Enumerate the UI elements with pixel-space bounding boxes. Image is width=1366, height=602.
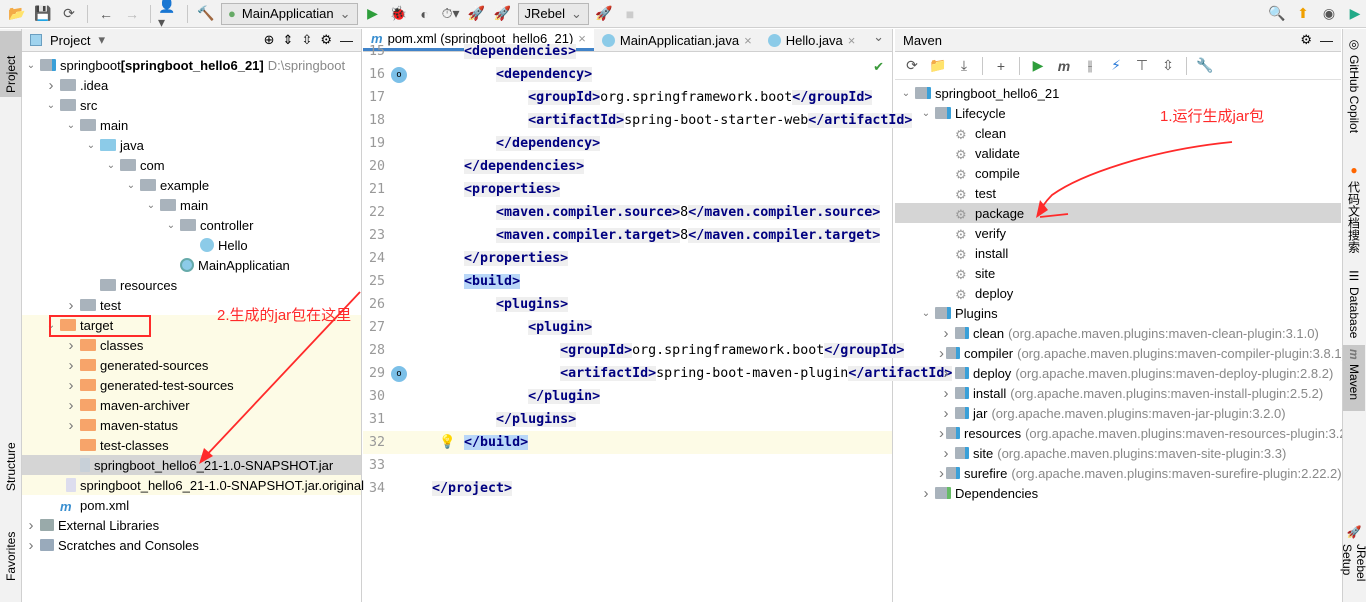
arrow-to-jar <box>201 291 361 461</box>
arrow-to-package <box>1037 141 1233 218</box>
annotation-arrows <box>199 141 1233 464</box>
